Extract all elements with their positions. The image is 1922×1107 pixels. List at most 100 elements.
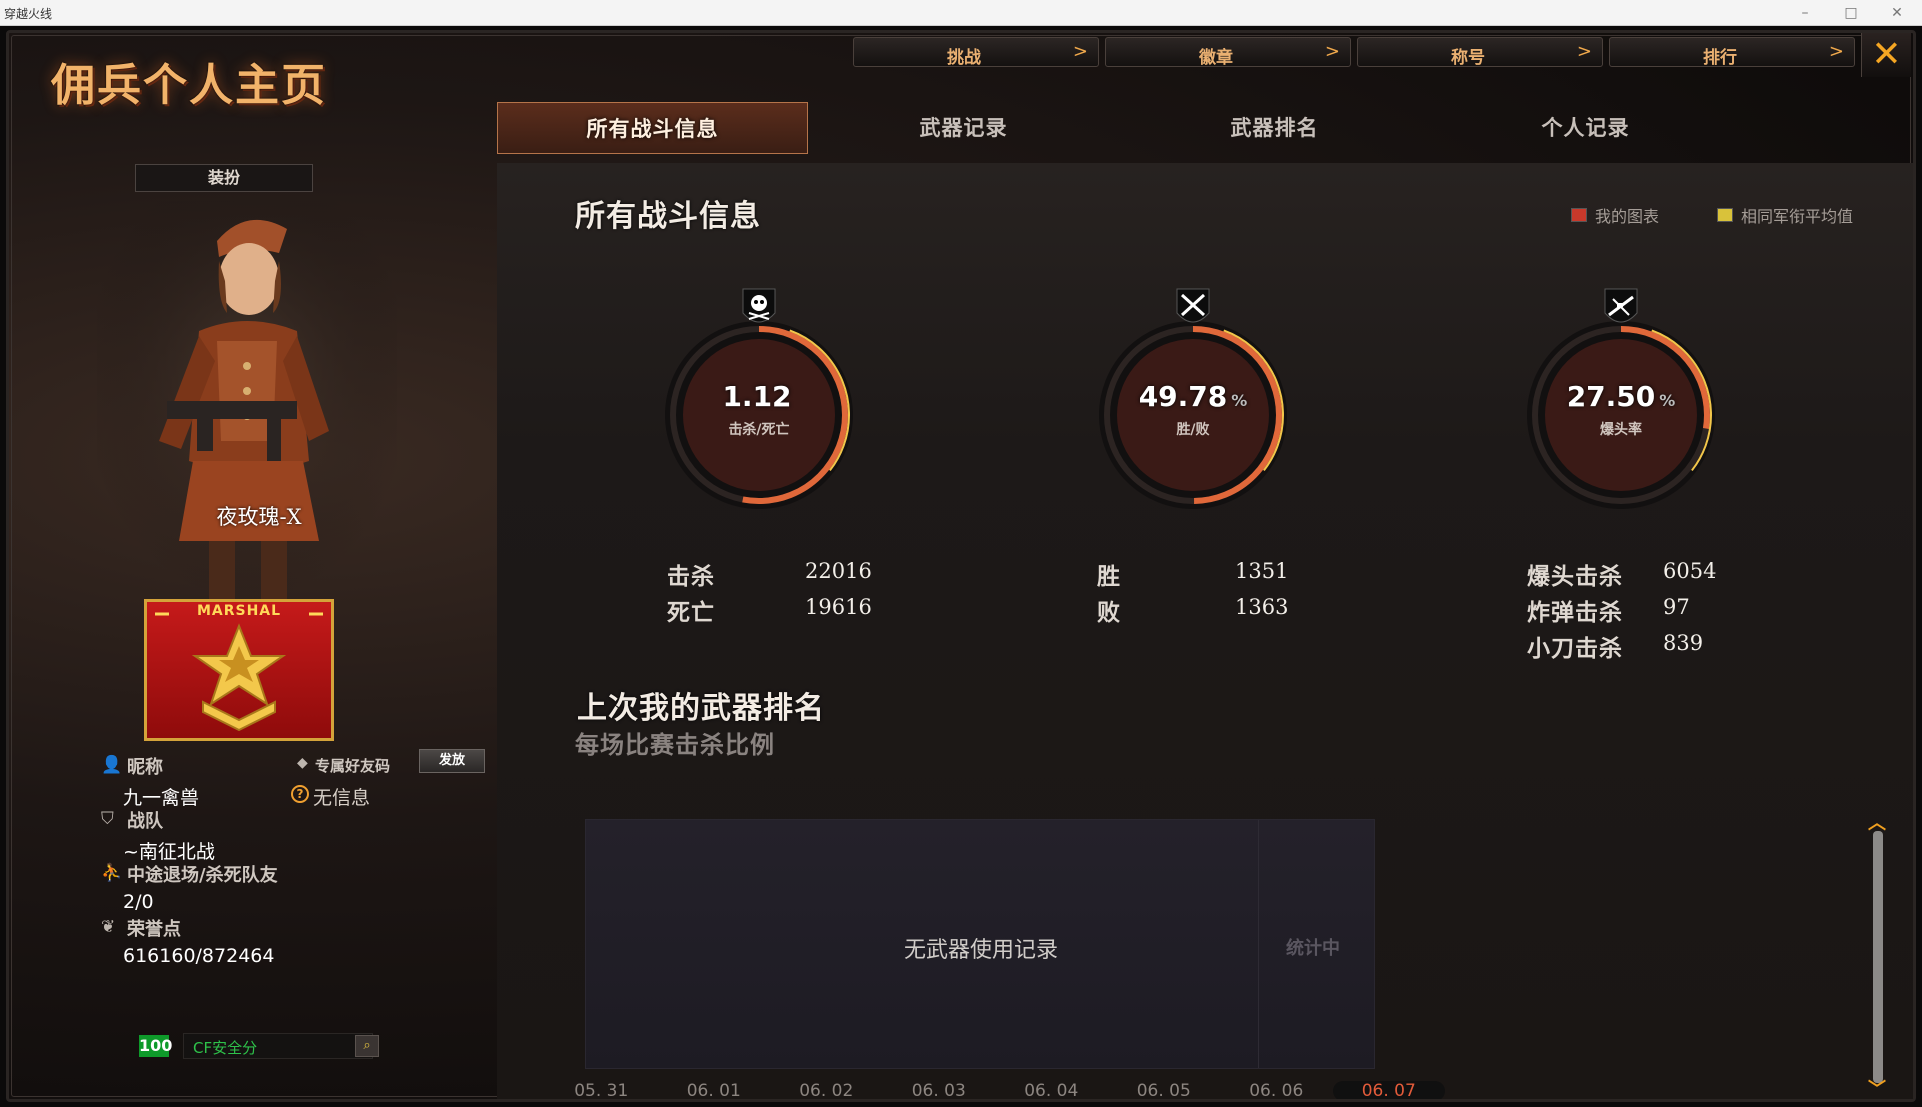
grenade-kills-value: 97 (1663, 595, 1690, 619)
date-item[interactable]: 06. 04 (995, 1081, 1108, 1099)
kills-value: 22016 (805, 559, 872, 583)
chevron-right-icon: > (1828, 41, 1844, 62)
rank-badge: MARSHAL (144, 599, 334, 741)
gauge-inner (1117, 339, 1269, 491)
kd-value: 1.12 (659, 380, 859, 413)
headshot-value: 27.50% (1521, 380, 1721, 413)
shield-icon: ⛉ (101, 809, 114, 829)
nav-challenge-button[interactable]: 挑战 > (853, 37, 1099, 68)
character-name: 夜玫瑰-X (216, 505, 302, 529)
date-selector: 05. 31 06. 01 06. 02 06. 03 06. 04 06. 0… (545, 1081, 1445, 1099)
friend-code-value: 无信息 (313, 787, 371, 809)
diamond-icon: ◆ (297, 755, 308, 771)
nickname-label: 昵称 (127, 757, 163, 778)
knife-kills-value: 839 (1663, 631, 1704, 655)
date-item[interactable]: 06. 05 (1108, 1081, 1221, 1099)
grenade-kills-label: 炸弹击杀 (1527, 600, 1623, 626)
team-value: ~南征北战 (123, 841, 215, 863)
nickname-value: 九一禽兽 (123, 787, 200, 809)
legend-swatch (1571, 208, 1587, 222)
knife-kills-label: 小刀击杀 (1527, 636, 1623, 662)
tab-all-battle-info[interactable]: 所有战斗信息 (497, 102, 808, 154)
tab-weapon-records[interactable]: 武器记录 (808, 102, 1119, 154)
running-figure-icon: ⛹ (101, 863, 123, 883)
losses-value: 1363 (1235, 595, 1289, 619)
os-window-title: 穿越火线 (4, 7, 53, 21)
tab-bar: 所有战斗信息 武器记录 武器排名 个人记录 (497, 102, 1741, 154)
legend-my-chart: 我的图表 (1571, 203, 1659, 227)
skull-icon (742, 288, 776, 323)
gauge-inner (683, 339, 835, 491)
scrollbar[interactable]: ︿ ﹀ (1865, 815, 1889, 1099)
legend-swatch (1717, 208, 1733, 222)
legend-rank-average: 相同军衔平均值 (1717, 203, 1853, 227)
honor-label: 荣誉点 (127, 919, 181, 940)
character-avatar (97, 201, 397, 601)
quit-teamkill-value: 2/0 (123, 891, 154, 913)
nav-label: 挑战 (947, 48, 981, 68)
security-score-bar: 100 CF安全分 ⌕ (135, 1031, 385, 1061)
kills-label: 击杀 (667, 564, 715, 590)
nav-title-button[interactable]: 称号 > (1357, 37, 1603, 68)
minimize-button[interactable]: – (1794, 3, 1816, 23)
win-rate-unit: % (1231, 391, 1248, 410)
date-item[interactable]: 06. 06 (1220, 1081, 1333, 1099)
losses-label: 败 (1097, 600, 1121, 626)
kd-gauge-ring (665, 321, 853, 509)
scroll-up-icon[interactable]: ︿ (1865, 815, 1889, 833)
tab-weapon-ranking[interactable]: 武器排名 (1119, 102, 1430, 154)
legend-label: 我的图表 (1595, 207, 1660, 226)
game-window: 佣兵个人主页 挑战 > 徽章 > 称号 > 排行 > ✕ 所有战斗信息 武器记录… (6, 30, 1916, 1102)
friend-code-label: 专属好友码 (315, 757, 391, 775)
battle-info-title: 所有战斗信息 (575, 199, 761, 234)
search-icon[interactable]: ⌕ (355, 1035, 379, 1057)
date-item[interactable]: 06. 02 (770, 1081, 883, 1099)
close-button[interactable]: ✕ (1861, 33, 1911, 77)
security-score: 100 (139, 1035, 173, 1057)
date-item[interactable]: 06. 01 (658, 1081, 771, 1099)
legend-label: 相同军衔平均值 (1741, 207, 1854, 226)
security-label: CF安全分 (193, 1039, 258, 1057)
headshot-number: 27.50 (1566, 380, 1656, 413)
calculating-label: 统计中 (1286, 938, 1340, 959)
scroll-down-icon[interactable]: ﹀ (1865, 1081, 1889, 1099)
nav-ranking-button[interactable]: 排行 > (1609, 37, 1855, 68)
headshot-kills-value: 6054 (1663, 559, 1717, 583)
headshot-kills-label: 爆头击杀 (1527, 564, 1623, 590)
win-rate-gauge: 49.78% 胜/败 (1093, 288, 1293, 515)
win-rate-value: 49.78% (1093, 380, 1293, 413)
date-item[interactable]: 06. 03 (883, 1081, 996, 1099)
os-close-button[interactable]: ✕ (1886, 3, 1908, 23)
deaths-label: 死亡 (667, 600, 715, 626)
kd-label: 击杀/死亡 (728, 422, 790, 438)
deaths-value: 19616 (805, 595, 872, 619)
team-label: 战队 (127, 811, 163, 832)
send-button[interactable]: 发放 (419, 749, 485, 773)
kd-number: 1.12 (722, 380, 792, 413)
weapon-rank-title: 上次我的武器排名 (577, 691, 825, 726)
no-weapon-record: 无武器使用记录 (903, 938, 1058, 963)
nav-badge-button[interactable]: 徽章 > (1105, 37, 1351, 68)
wins-label: 胜 (1097, 564, 1121, 590)
nav-label: 称号 (1451, 48, 1485, 68)
honor-value: 616160/872464 (123, 945, 275, 967)
win-rate-label: 胜/败 (1176, 422, 1210, 438)
crossed-swords-icon (1176, 288, 1210, 323)
chevron-right-icon: > (1324, 41, 1340, 62)
weapon-chart-area: 无武器使用记录 统计中 (585, 819, 1375, 1069)
quit-teamkill-label: 中途退场/杀死队友 (127, 865, 278, 886)
maximize-button[interactable]: □ (1840, 3, 1862, 23)
scroll-thumb[interactable] (1873, 831, 1883, 1083)
laurel-icon: ❦ (101, 917, 116, 937)
date-item-selected[interactable]: 06. 07 (1332, 1081, 1445, 1099)
tab-personal-records[interactable]: 个人记录 (1430, 102, 1741, 154)
chevron-right-icon: > (1072, 41, 1088, 62)
rank-star-icon (155, 612, 323, 732)
headshot-unit: % (1659, 391, 1676, 410)
person-icon: 👤 (101, 755, 123, 775)
gauge-inner (1545, 339, 1697, 491)
headshot-gauge: 27.50% 爆头率 (1521, 288, 1721, 515)
date-item[interactable]: 05. 31 (545, 1081, 658, 1099)
chevron-right-icon: > (1576, 41, 1592, 62)
outfit-button[interactable]: 装扮 (135, 164, 313, 192)
